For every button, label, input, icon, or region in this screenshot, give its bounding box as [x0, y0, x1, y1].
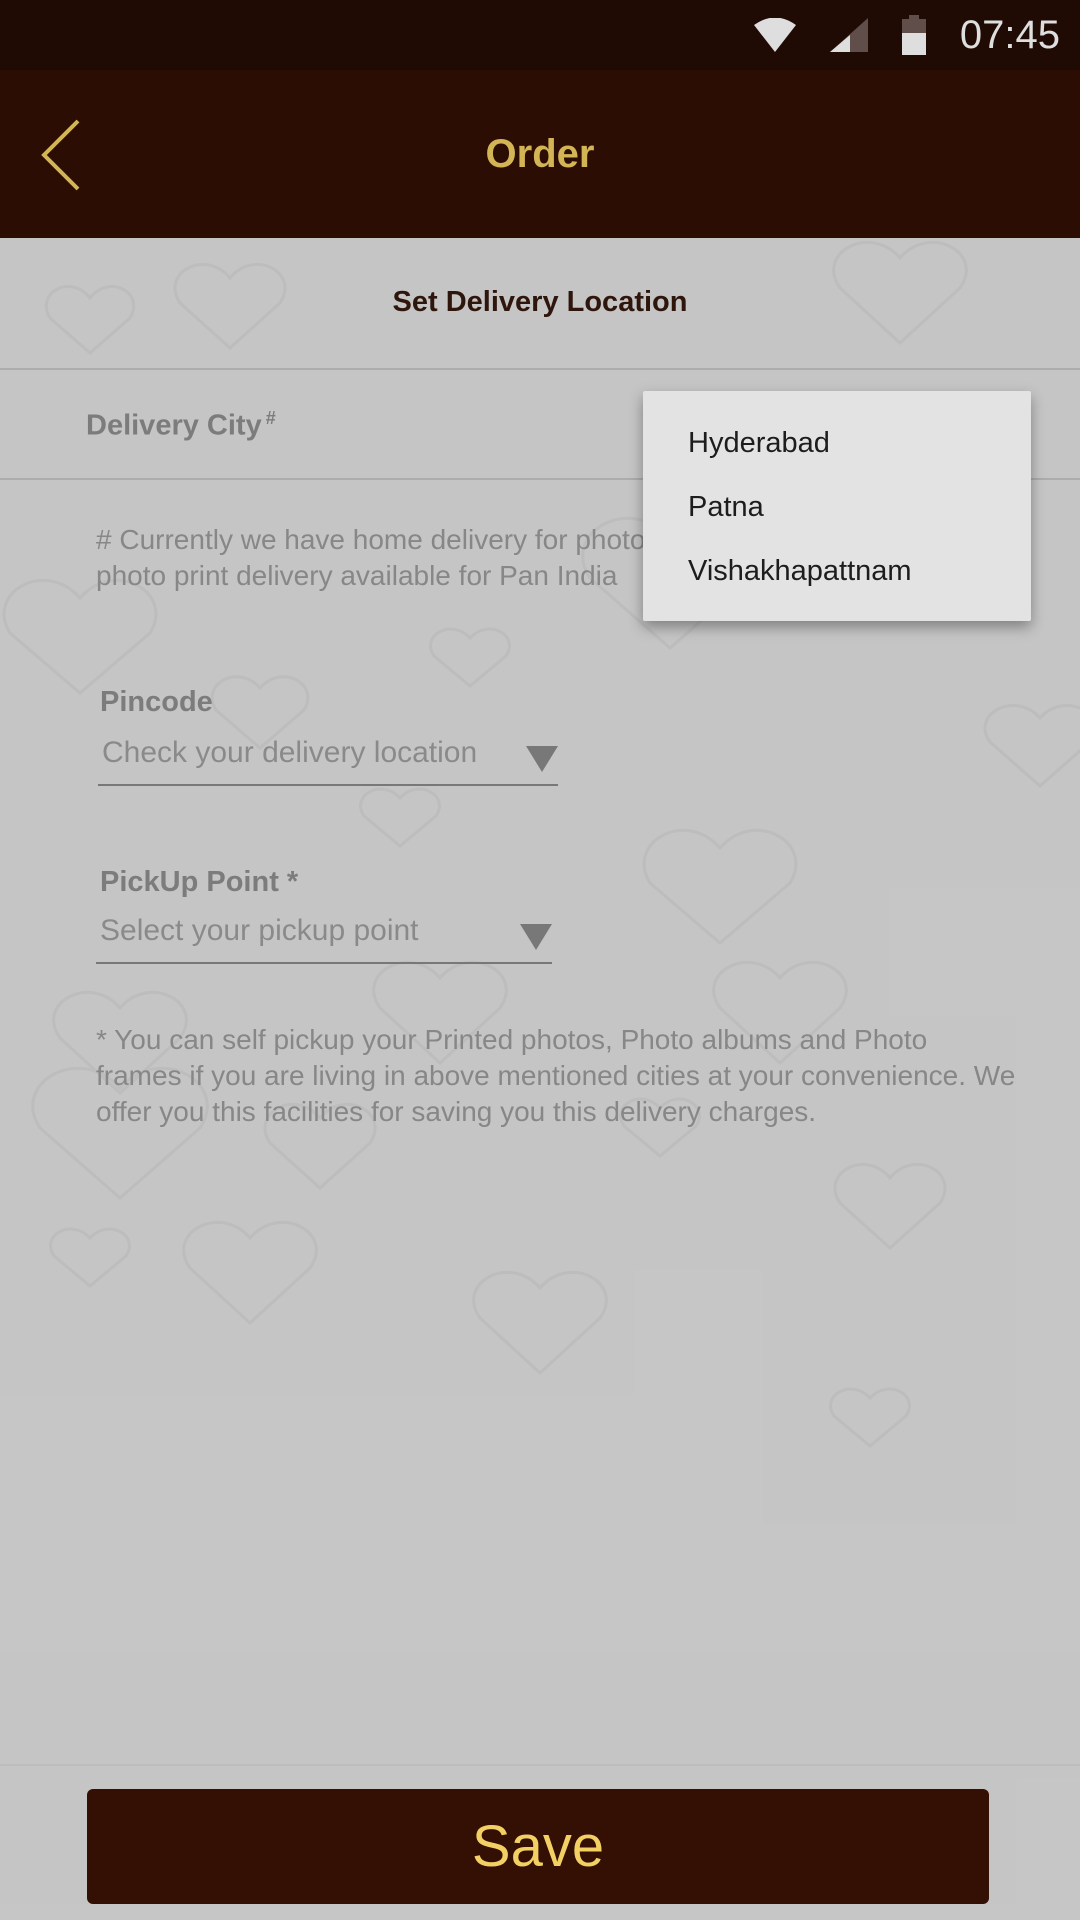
dropdown-option-patna[interactable]: Patna: [643, 475, 1031, 539]
save-button[interactable]: Save: [87, 1789, 989, 1904]
bottom-divider: [0, 1764, 1080, 1766]
dropdown-option-hyderabad[interactable]: Hyderabad: [643, 411, 1031, 475]
delivery-city-dropdown: Hyderabad Patna Vishakhapattnam: [643, 391, 1031, 621]
dim-overlay[interactable]: [0, 0, 1080, 1920]
dropdown-option-vishakhapattnam[interactable]: Vishakhapattnam: [643, 539, 1031, 603]
